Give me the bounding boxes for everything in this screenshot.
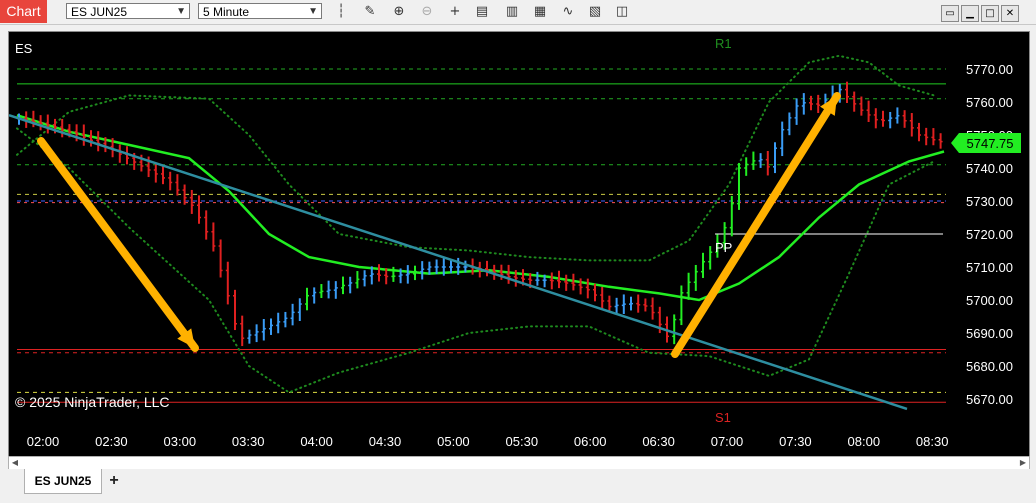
add-tab-button[interactable]: + xyxy=(104,471,124,491)
properties-icon[interactable]: ▤ xyxy=(473,3,491,21)
chart-panel[interactable]: S1 5770.005760.005750.005740.005730.0057… xyxy=(8,31,1030,457)
indicators-icon[interactable]: ▦ xyxy=(531,3,549,21)
copyright-label: © 2025 NinjaTrader, LLC xyxy=(15,394,170,410)
chart-trader-icon[interactable]: ◫ xyxy=(613,3,631,21)
price-tick-label: 5760.00 xyxy=(966,95,1013,110)
scroll-right-icon[interactable]: ▶ xyxy=(1017,457,1029,469)
last-price-badge: 5747.75 xyxy=(951,133,1021,153)
close-icon[interactable]: ✕ xyxy=(1001,5,1019,22)
chevron-down-icon: ▼ xyxy=(176,6,186,17)
price-tick-label: 5710.00 xyxy=(966,260,1013,275)
chart-brand-label: Chart xyxy=(0,0,47,23)
pp-label: PP xyxy=(715,240,732,255)
tab-bar: ES JUN25 + xyxy=(0,469,1036,503)
price-tick-label: 5770.00 xyxy=(966,62,1013,77)
data-series-icon[interactable]: ▥ xyxy=(503,3,521,21)
time-tick-label: 08:30 xyxy=(916,434,949,449)
zoom-out-icon[interactable]: ⊖ xyxy=(418,3,436,21)
restore-icon[interactable]: ▭ xyxy=(941,5,959,22)
price-tick-label: 5680.00 xyxy=(966,359,1013,374)
crosshair-icon[interactable]: + xyxy=(446,3,464,21)
time-tick-label: 04:30 xyxy=(369,434,402,449)
time-tick-label: 04:00 xyxy=(300,434,333,449)
time-tick-label: 05:30 xyxy=(506,434,539,449)
time-tick-label: 06:00 xyxy=(574,434,607,449)
time-tick-label: 03:30 xyxy=(232,434,265,449)
price-tick-label: 5700.00 xyxy=(966,293,1013,308)
s1-label: S1 xyxy=(715,410,731,425)
time-tick-label: 07:00 xyxy=(711,434,744,449)
time-tick-label: 03:00 xyxy=(164,434,197,449)
interval-value: 5 Minute xyxy=(203,5,250,19)
bar-type-icon[interactable]: ┆ xyxy=(332,3,350,21)
time-tick-label: 06:30 xyxy=(642,434,675,449)
price-tick-label: 5740.00 xyxy=(966,161,1013,176)
tab-es-jun25[interactable]: ES JUN25 xyxy=(24,469,102,494)
time-tick-label: 08:00 xyxy=(848,434,881,449)
chevron-down-icon: ▼ xyxy=(308,6,318,17)
title-bar: Chart ES JUN25 ▼ 5 Minute ▼ ┆ ✎ ⊕ ⊖ + ▤ … xyxy=(0,0,1036,25)
time-tick-label: 05:00 xyxy=(437,434,470,449)
draw-pencil-icon[interactable]: ✎ xyxy=(361,3,379,21)
horizontal-scrollbar[interactable]: ◀ ▶ xyxy=(8,456,1030,470)
price-tick-label: 5720.00 xyxy=(966,227,1013,242)
time-tick-label: 02:00 xyxy=(27,434,60,449)
interval-selector[interactable]: 5 Minute ▼ xyxy=(198,3,322,19)
price-tick-label: 5670.00 xyxy=(966,392,1013,407)
instrument-value: ES JUN25 xyxy=(71,5,128,19)
price-chart[interactable]: S1 5770.005760.005750.005740.005730.0057… xyxy=(8,32,1029,456)
maximize-icon[interactable]: □ xyxy=(981,5,999,22)
price-tick-label: 5690.00 xyxy=(966,326,1013,341)
symbol-label: ES xyxy=(15,41,33,56)
instrument-selector[interactable]: ES JUN25 ▼ xyxy=(66,3,190,19)
zoom-in-icon[interactable]: ⊕ xyxy=(390,3,408,21)
last-price-value: 5747.75 xyxy=(967,136,1014,151)
templates-icon[interactable]: ▧ xyxy=(586,3,604,21)
r1-label: R1 xyxy=(715,36,732,51)
minimize-icon[interactable]: ▁ xyxy=(961,5,979,22)
scroll-left-icon[interactable]: ◀ xyxy=(9,457,21,469)
price-tick-label: 5730.00 xyxy=(966,194,1013,209)
time-tick-label: 07:30 xyxy=(779,434,812,449)
time-tick-label: 02:30 xyxy=(95,434,128,449)
strategies-icon[interactable]: ∿ xyxy=(559,3,577,21)
